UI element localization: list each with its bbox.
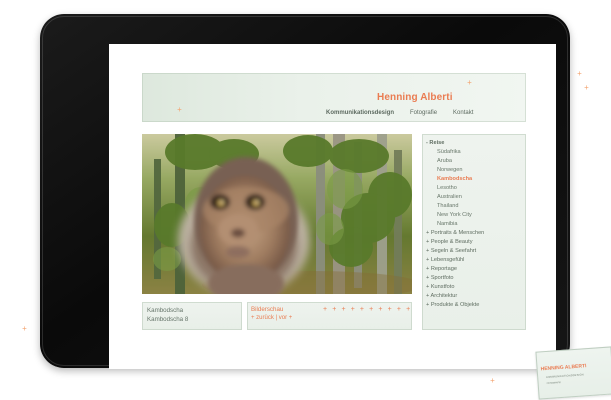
caption-image-number: Kambodscha 8 xyxy=(147,316,189,323)
slideshow-title: Bilderschau xyxy=(251,306,284,313)
slideshow-panel: Bilderschau + zurück | vor + + + + + + +… xyxy=(247,302,412,330)
sparkle-icon: + xyxy=(584,83,589,92)
sidebar-item-namibia[interactable]: Namibia xyxy=(426,220,522,229)
sidebar-item-lesotho[interactable]: Lesotho xyxy=(426,184,522,193)
card-subtitle-2: FOTOGRAFIE xyxy=(546,382,561,385)
sidebar-item-people-beauty[interactable]: + People & Beauty xyxy=(426,238,522,247)
sparkle-icon: + xyxy=(490,376,495,385)
business-card: HENNING ALBERTI KOMMUNIKATIONSDESIGN FOT… xyxy=(535,346,611,400)
sidebar-item-architektur[interactable]: + Architektur xyxy=(426,292,522,301)
main-navigation: Kommunikationsdesign Fotografie Kontakt xyxy=(326,110,473,116)
photo-caption-panel: Kambodscha Kambodscha 8 xyxy=(142,302,242,330)
site-brand[interactable]: Henning Alberti xyxy=(377,92,453,103)
sidebar-item-produkte-objekte[interactable]: + Produkte & Objekte xyxy=(426,301,522,310)
sidebar-item-australien[interactable]: Australien xyxy=(426,193,522,202)
sparkle-icon: + xyxy=(22,324,27,333)
nav-item-kommunikationsdesign[interactable]: Kommunikationsdesign xyxy=(326,110,394,116)
nav-item-kontakt[interactable]: Kontakt xyxy=(453,110,473,116)
caption-location: Kambodscha xyxy=(147,307,184,314)
card-name: HENNING ALBERTI xyxy=(540,363,587,373)
category-sidebar: - Reise Südafrika Aruba Norwegen Kambods… xyxy=(422,134,526,330)
sidebar-item-reise[interactable]: - Reise xyxy=(426,139,522,148)
monkey-photo xyxy=(142,134,412,294)
slideshow-markers: + + + + + + + + + + xyxy=(323,306,412,313)
sidebar-item-thailand[interactable]: Thailand xyxy=(426,202,522,211)
sidebar-item-norwegen[interactable]: Norwegen xyxy=(426,166,522,175)
sidebar-item-segeln-seefahrt[interactable]: + Segeln & Seefahrt xyxy=(426,247,522,256)
slideshow-navigation[interactable]: + zurück | vor + xyxy=(251,315,292,321)
category-list: - Reise Südafrika Aruba Norwegen Kambods… xyxy=(426,139,522,310)
sidebar-item-kambodscha[interactable]: Kambodscha xyxy=(426,175,522,184)
sidebar-item-new-york-city[interactable]: New York City xyxy=(426,211,522,220)
sparkle-icon: + xyxy=(467,78,472,87)
tablet-frame: Henning Alberti Kommunikationsdesign Fot… xyxy=(40,14,570,369)
nav-item-fotografie[interactable]: Fotografie xyxy=(410,110,437,116)
sidebar-item-lebensgefuehl[interactable]: + Lebensgefühl xyxy=(426,256,522,265)
sidebar-item-aruba[interactable]: Aruba xyxy=(426,157,522,166)
sparkle-icon: + xyxy=(177,105,182,114)
sparkle-icon: + xyxy=(577,69,582,78)
website-screen: Henning Alberti Kommunikationsdesign Fot… xyxy=(109,44,556,369)
sidebar-item-suedafrika[interactable]: Südafrika xyxy=(426,148,522,157)
sidebar-item-kunstfoto[interactable]: + Kunstfoto xyxy=(426,283,522,292)
sidebar-item-portraits-menschen[interactable]: + Portraits & Menschen xyxy=(426,229,522,238)
gallery-photo[interactable] xyxy=(142,134,412,294)
sidebar-item-reportage[interactable]: + Reportage xyxy=(426,265,522,274)
sidebar-item-sportfoto[interactable]: + Sportfoto xyxy=(426,274,522,283)
card-subtitle: KOMMUNIKATIONSDESIGN xyxy=(546,373,584,380)
